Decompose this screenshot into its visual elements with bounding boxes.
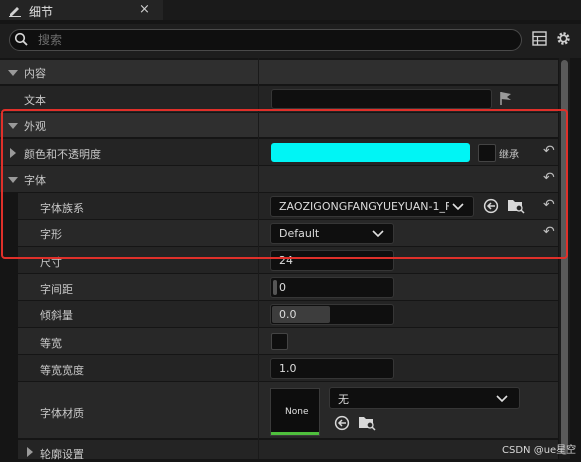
collapse-arrow-icon[interactable] <box>8 70 18 76</box>
monospace-label: 等宽 <box>40 337 62 350</box>
property-row-monospace <box>18 328 558 354</box>
use-selected-asset-icon[interactable] <box>334 415 350 431</box>
letter-spacing-input[interactable]: 0 <box>270 277 394 298</box>
mono-width-value: 1.0 <box>279 362 297 375</box>
close-tab-icon[interactable]: × <box>139 2 150 17</box>
material-dropdown[interactable]: 无 <box>329 387 520 409</box>
material-thumb-text: None <box>285 407 309 417</box>
outline-label: 轮廓设置 <box>40 448 84 461</box>
font-material-label: 字体材质 <box>40 407 84 420</box>
property-row-outline <box>18 440 558 459</box>
search-placeholder: 搜索 <box>38 33 63 47</box>
section-content-title: 内容 <box>24 67 46 80</box>
material-value: 无 <box>338 393 349 406</box>
letter-spacing-label: 字间距 <box>40 283 73 296</box>
skew-value: 0.0 <box>279 308 297 321</box>
edit-pencil-icon <box>9 7 21 17</box>
skew-label: 倾斜量 <box>40 309 73 322</box>
tab-title: 细节 <box>29 5 54 19</box>
search-icon <box>14 32 28 46</box>
gear-icon[interactable] <box>555 30 572 47</box>
expand-arrow-icon[interactable] <box>27 447 33 457</box>
section-content-header[interactable] <box>0 60 558 84</box>
text-label: 文本 <box>24 94 46 107</box>
skew-input[interactable]: 0.0 <box>270 304 394 325</box>
mono-width-input[interactable]: 1.0 <box>270 358 394 379</box>
annotation-highlight-box <box>1 109 568 259</box>
monospace-checkbox[interactable] <box>271 333 288 350</box>
text-input[interactable] <box>271 89 492 109</box>
material-thumbnail[interactable]: None <box>270 388 320 436</box>
browse-asset-icon[interactable] <box>358 414 376 431</box>
chevron-down-icon <box>496 395 508 403</box>
search-input[interactable] <box>9 29 522 51</box>
mono-width-label: 等宽宽度 <box>40 364 84 377</box>
letter-spacing-value: 0 <box>279 281 286 294</box>
material-type-bar <box>271 432 319 435</box>
watermark: CSDN @ue星空 <box>502 445 577 456</box>
table-view-icon[interactable] <box>532 31 547 46</box>
flag-icon[interactable] <box>498 90 514 106</box>
slider-fill <box>273 280 277 295</box>
details-tab[interactable]: 细节 × <box>0 0 163 20</box>
